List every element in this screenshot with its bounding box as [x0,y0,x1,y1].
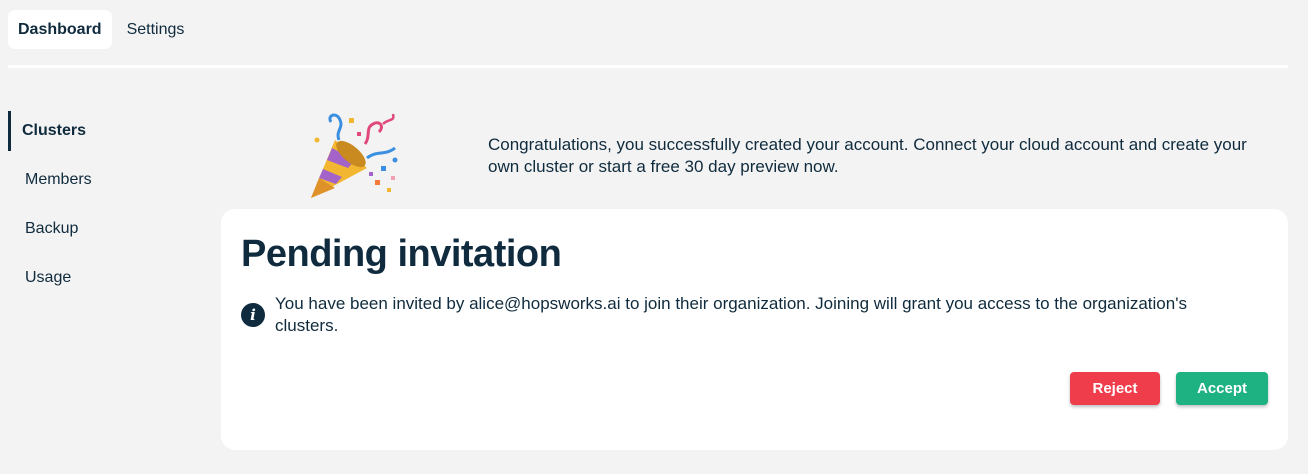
header-divider [8,65,1288,68]
sidebar-item-members[interactable]: Members [8,160,198,200]
sidebar-item-usage[interactable]: Usage [8,258,198,298]
party-popper-icon [305,110,401,202]
accept-button[interactable]: Accept [1176,372,1268,405]
welcome-message: Congratulations, you successfully create… [488,135,1247,176]
tab-settings[interactable]: Settings [116,10,196,49]
sidebar-item-backup[interactable]: Backup [8,209,198,249]
sidebar-item-clusters[interactable]: Clusters [8,111,198,151]
sidebar: Clusters Members Backup Usage [8,111,198,307]
invitation-message: You have been invited by alice@hopsworks… [275,294,1187,335]
reject-button[interactable]: Reject [1070,372,1160,405]
tab-dashboard[interactable]: Dashboard [8,10,112,49]
info-icon: i [241,303,265,327]
pending-invitation-card: Pending invitation i You have been invit… [221,209,1288,450]
top-tabs: Dashboard Settings [8,10,195,49]
card-title: Pending invitation [241,233,562,275]
